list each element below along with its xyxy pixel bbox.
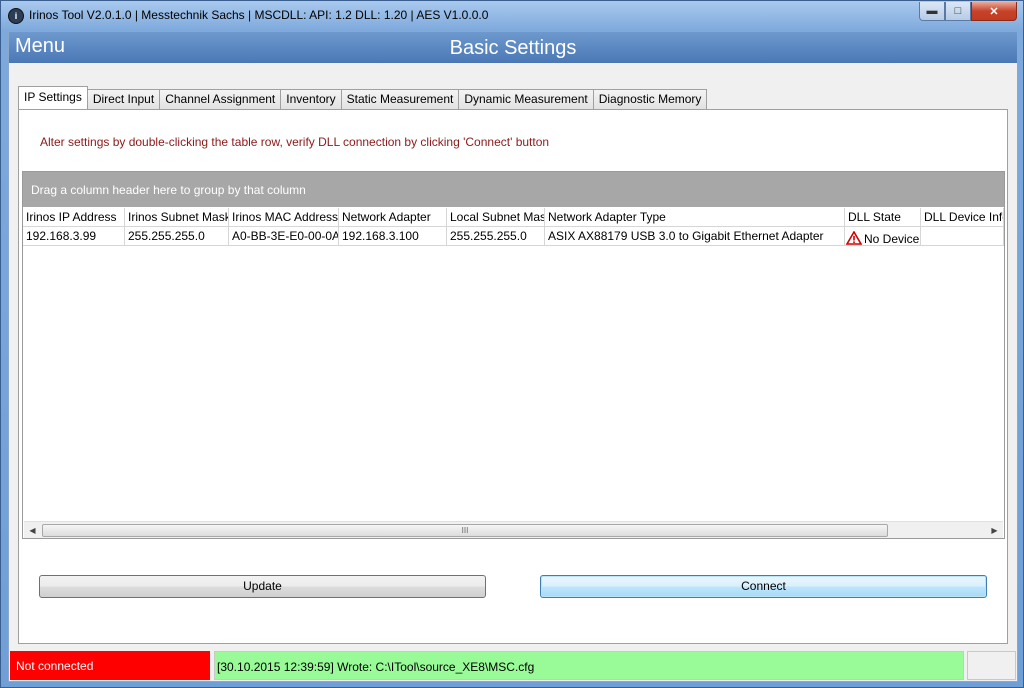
group-by-panel[interactable]: Drag a column header here to group by th…	[23, 172, 1004, 207]
menu-button[interactable]: Menu	[15, 35, 65, 58]
app-window: i Irinos Tool V2.0.1.0 | Messtechnik Sac…	[0, 0, 1024, 688]
close-button[interactable]: ✕	[971, 2, 1017, 21]
page-title: Basic Settings	[449, 37, 577, 59]
cell-dll-device-info[interactable]	[921, 227, 1004, 246]
instruction-text: Alter settings by double-clicking the ta…	[40, 135, 550, 149]
adapter-grid: Drag a column header here to group by th…	[22, 171, 1005, 539]
tab-direct-input[interactable]: Direct Input	[86, 89, 161, 109]
tab-dynamic-measurement[interactable]: Dynamic Measurement	[458, 89, 594, 109]
dll-state-text: No Device	[864, 232, 920, 246]
maximize-icon: □	[954, 5, 962, 17]
client-area: Basic Settings Menu IP Settings Direct I…	[8, 31, 1018, 682]
column-header-adapter-type[interactable]: Network Adapter Type	[545, 208, 845, 227]
scroll-right-icon[interactable]: ▶	[986, 522, 1003, 539]
connection-status: Not connected	[10, 651, 210, 680]
irinos-logo-icon[interactable]: i	[8, 8, 24, 24]
column-header-irinos-ip[interactable]: Irinos IP Address	[23, 208, 125, 227]
cell-irinos-ip[interactable]: 192.168.3.99	[23, 227, 125, 246]
column-header-irinos-subnet[interactable]: Irinos Subnet Mask	[125, 208, 229, 227]
tab-diagnostic-memory[interactable]: Diagnostic Memory	[592, 89, 708, 109]
tab-strip: IP Settings Direct Input Channel Assignm…	[18, 86, 708, 109]
tab-channel-assignment[interactable]: Channel Assignment	[159, 89, 282, 109]
tab-ip-settings[interactable]: IP Settings	[18, 86, 88, 109]
close-icon: ✕	[989, 5, 999, 18]
cell-local-subnet[interactable]: 255.255.255.0	[447, 227, 545, 246]
cell-irinos-subnet[interactable]: 255.255.255.0	[125, 227, 229, 246]
column-header-dll-device-info[interactable]: DLL Device Info	[921, 208, 1004, 227]
minimize-icon: ▬	[926, 5, 938, 17]
scroll-thumb[interactable]: III	[42, 524, 888, 537]
header-bar: Basic Settings Menu	[9, 32, 1017, 63]
status-extra-panel	[967, 651, 1016, 680]
status-bar: Not connected [30.10.2015 12:39:59] Wrot…	[9, 649, 1017, 681]
column-header-local-subnet[interactable]: Local Subnet Mask	[447, 208, 545, 227]
cell-adapter-type[interactable]: ASIX AX88179 USB 3.0 to Gigabit Ethernet…	[545, 227, 845, 246]
grid-header: Irinos IP Address Irinos Subnet Mask Iri…	[23, 208, 1004, 227]
minimize-button[interactable]: ▬	[919, 2, 945, 21]
title-bar[interactable]: i Irinos Tool V2.0.1.0 | Messtechnik Sac…	[1, 1, 1023, 31]
tab-inventory[interactable]: Inventory	[280, 89, 342, 109]
cell-irinos-mac[interactable]: A0-BB-3E-E0-00-0A	[229, 227, 339, 246]
cell-network-adapter[interactable]: 192.168.3.100	[339, 227, 447, 246]
window-controls: ▬ □ ✕	[919, 2, 1017, 21]
maximize-button[interactable]: □	[945, 2, 971, 21]
column-header-irinos-mac[interactable]: Irinos MAC Address	[229, 208, 339, 227]
status-log: [30.10.2015 12:39:59] Wrote: C:\ITool\so…	[214, 651, 964, 680]
column-header-network-adapter[interactable]: Network Adapter	[339, 208, 447, 227]
cell-dll-state[interactable]: No Device	[845, 227, 921, 246]
update-button[interactable]: Update	[39, 575, 486, 598]
horizontal-scrollbar[interactable]: ◀ III ▶	[24, 521, 1003, 538]
tab-static-measurement[interactable]: Static Measurement	[340, 89, 460, 109]
connect-button[interactable]: Connect	[540, 575, 987, 598]
table-row[interactable]: 192.168.3.99 255.255.255.0 A0-BB-3E-E0-0…	[23, 227, 1004, 246]
ip-settings-page: Alter settings by double-clicking the ta…	[18, 109, 1008, 644]
column-header-dll-state[interactable]: DLL State	[845, 208, 921, 227]
window-title: Irinos Tool V2.0.1.0 | Messtechnik Sachs…	[29, 8, 489, 22]
warning-icon	[846, 231, 862, 245]
scroll-left-icon[interactable]: ◀	[24, 522, 41, 539]
